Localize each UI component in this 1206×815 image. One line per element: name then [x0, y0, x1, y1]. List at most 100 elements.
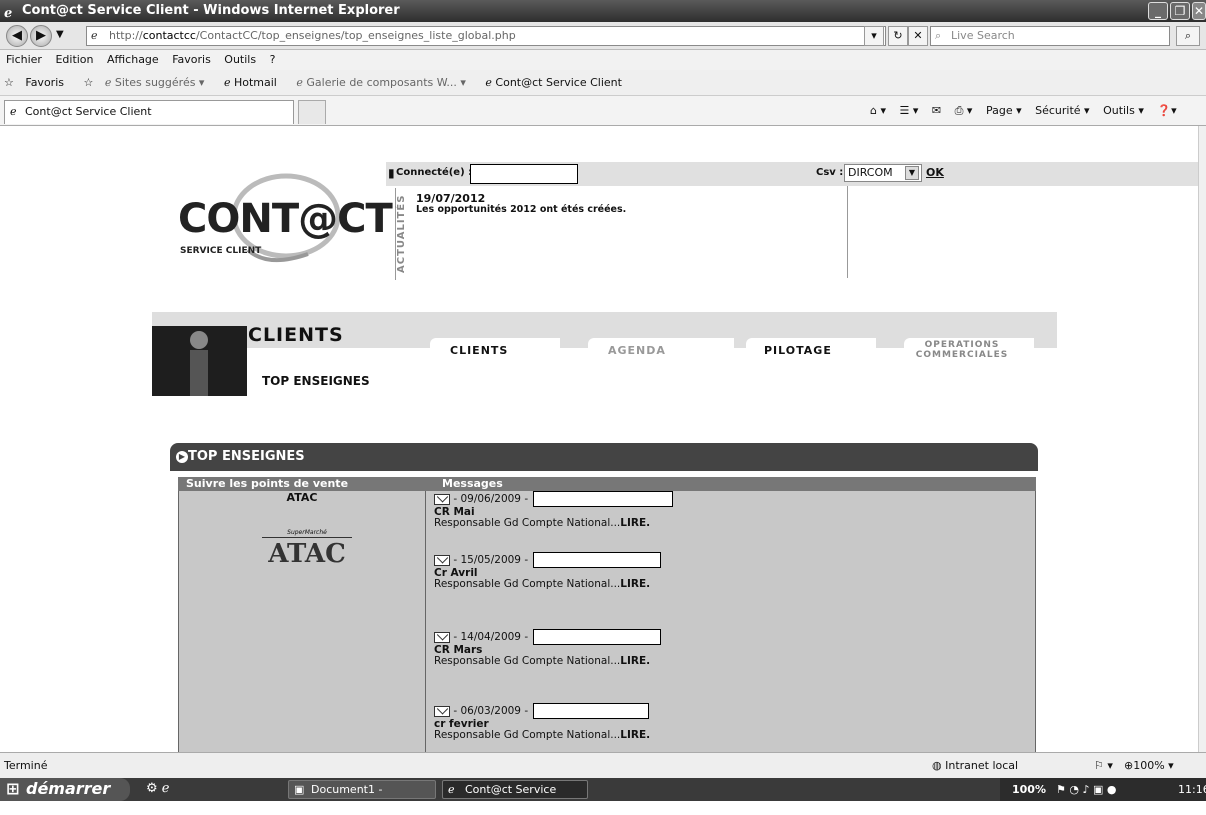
menu-help[interactable]: ? — [270, 53, 276, 66]
news-panel: 19/07/2012 Les opportunités 2012 ont été… — [386, 186, 848, 278]
atac-logo[interactable]: SuperMarché ATAC — [262, 529, 352, 579]
status-text: Terminé — [4, 759, 48, 772]
globe-icon: ◍ — [932, 759, 942, 772]
ie-icon: ℯ — [448, 783, 455, 796]
fav-link-gallery[interactable]: ℯ Galerie de composants W... ▾ — [296, 76, 474, 89]
menu-fichier[interactable]: Fichier — [6, 53, 42, 66]
word-icon: ▣ — [294, 783, 305, 796]
ok-link[interactable]: OK — [926, 166, 944, 179]
close-button[interactable]: ✕ — [1192, 2, 1206, 20]
menu-favoris[interactable]: Favoris — [172, 53, 211, 66]
protected-mode-icon[interactable]: ⚐ ▾ — [1094, 753, 1113, 779]
tab-contact[interactable]: ℯ Cont@ct Service Client — [4, 100, 294, 124]
address-bar[interactable]: ℯ http://contactcc/ContactCC/top_enseign… — [86, 26, 886, 46]
feeds-icon[interactable]: ☰ ▾ — [900, 104, 919, 117]
task-label: Document1 - Microsof... — [311, 783, 383, 813]
cmd-tools[interactable]: Outils ▾ — [1103, 104, 1144, 117]
message-item: - 06/03/2009 - cr fevrier Responsable Gd… — [434, 703, 834, 741]
section-subheading[interactable]: TOP ENSEIGNES — [262, 374, 370, 388]
envelope-icon[interactable] — [434, 554, 450, 566]
fav-link-hotmail[interactable]: ℯ Hotmail — [224, 76, 285, 89]
connected-label: Connecté(e) : — [396, 167, 473, 178]
star-icon: ☆ — [4, 76, 14, 89]
forward-button[interactable]: ▶ — [30, 25, 52, 47]
windows-taskbar: ⊞ démarrer ⚙ ℯ ▣ Document1 - Microsof... … — [0, 778, 1206, 813]
zoom-control[interactable]: ⊕100% ▾ — [1124, 753, 1174, 779]
tab-label: Cont@ct Service Client — [25, 105, 152, 118]
message-author-field — [533, 629, 662, 645]
vertical-scrollbar[interactable] — [1198, 126, 1206, 752]
read-link[interactable]: LIRE. — [620, 729, 650, 741]
search-input[interactable]: ⌕ Live Search — [930, 26, 1170, 46]
favorites-button[interactable]: ☆ Favoris — [4, 76, 72, 89]
message-date: - 15/05/2009 - — [450, 554, 532, 566]
new-tab-button[interactable] — [298, 100, 326, 124]
tab-clients-label: CLIENTS — [450, 344, 509, 357]
menu-bar: Fichier Edition Affichage Favoris Outils… — [0, 50, 1206, 70]
task-contact[interactable]: ℯ Cont@ct Service Clie... — [442, 780, 588, 813]
message-author-field — [533, 552, 662, 568]
message-author-field — [533, 491, 674, 507]
atac-logo-sup: SuperMarché — [262, 529, 352, 538]
panel-title-bar: ▶ TOP ENSEIGNES — [170, 443, 1038, 471]
panel-title: TOP ENSEIGNES — [188, 449, 305, 464]
menu-affichage[interactable]: Affichage — [107, 53, 159, 66]
mail-icon[interactable]: ✉ — [932, 104, 941, 117]
message-item: - 09/06/2009 - CR Mai Responsable Gd Com… — [434, 491, 834, 529]
connected-user-field — [470, 164, 578, 184]
tab-agenda[interactable]: AGENDA — [588, 338, 734, 364]
start-button[interactable]: ⊞ démarrer — [0, 778, 130, 801]
address-dropdown-button[interactable]: ▾ — [864, 26, 884, 46]
news-text: Les opportunités 2012 ont étés créées. — [416, 204, 627, 215]
minimize-button[interactable]: _ — [1148, 2, 1168, 20]
print-icon[interactable]: ⎙ ▾ — [955, 104, 973, 117]
refresh-button[interactable]: ↻ — [888, 26, 908, 46]
menu-edition[interactable]: Edition — [55, 53, 93, 66]
stop-button[interactable]: ✕ — [908, 26, 928, 46]
history-dropdown-icon[interactable]: ▼ — [56, 29, 64, 40]
read-link[interactable]: LIRE. — [620, 578, 650, 590]
col-header-messages: Messages — [442, 477, 503, 490]
cmd-page[interactable]: Page ▾ — [986, 104, 1022, 117]
zoom-value: 100% — [1133, 759, 1165, 772]
logo-text: CONT@CT — [178, 196, 393, 242]
help-icon[interactable]: ❓▾ — [1157, 104, 1176, 117]
url-host: contactcc — [142, 29, 196, 42]
fav-link-label: Galerie de composants W... ▾ — [306, 76, 466, 89]
fav-link-suggested[interactable]: ℯ Sites suggérés ▾ — [105, 76, 213, 89]
tray-icons[interactable]: ⚑ ◔ ♪ ▣ ● — [1056, 778, 1116, 801]
envelope-icon[interactable] — [434, 631, 450, 643]
tab-agenda-label: AGENDA — [608, 344, 666, 357]
tab-pilotage[interactable]: PILOTAGE — [746, 338, 876, 364]
add-favorite-icon[interactable]: ☆ — [83, 76, 93, 89]
csv-select[interactable]: DIRCOM ▼ — [844, 164, 922, 182]
search-button[interactable]: ⌕ — [1176, 26, 1200, 46]
quicklaunch-icon[interactable]: ⚙ ℯ — [146, 781, 169, 796]
fav-link-label: Sites suggérés ▾ — [114, 76, 205, 89]
message-date: - 09/06/2009 - — [450, 493, 532, 505]
envelope-icon[interactable] — [434, 493, 450, 505]
tab-clients[interactable]: CLIENTS — [430, 338, 560, 364]
envelope-icon[interactable] — [434, 705, 450, 717]
task-document1[interactable]: ▣ Document1 - Microsof... — [288, 780, 436, 813]
restore-button[interactable]: ❐ — [1170, 2, 1190, 20]
cmd-security[interactable]: Sécurité ▾ — [1035, 104, 1089, 117]
search-placeholder: Live Search — [951, 29, 1015, 42]
tab-operations[interactable]: OPERATIONS COMMERCIALES — [904, 338, 1034, 364]
tray-label: 100% — [1012, 783, 1046, 796]
message-text: Responsable Gd Compte National... — [434, 578, 621, 590]
favorites-bar: ☆ Favoris ☆ ℯ Sites suggérés ▾ ℯ Hotmail… — [0, 70, 1206, 96]
store-name[interactable]: ATAC — [178, 491, 426, 504]
page-icon: ℯ — [91, 29, 98, 42]
tab-bar: ℯ Cont@ct Service Client ⌂ ▾ ☰ ▾ ✉ ⎙ ▾ P… — [0, 96, 1206, 126]
home-icon[interactable]: ⌂ ▾ — [870, 104, 886, 117]
read-link[interactable]: LIRE. — [620, 655, 650, 667]
task-label: Cont@ct Service Clie... — [465, 783, 557, 813]
read-link[interactable]: LIRE. — [620, 517, 650, 529]
menu-outils[interactable]: Outils — [224, 53, 256, 66]
fav-link-contact[interactable]: ℯ Cont@ct Service Client — [485, 76, 630, 89]
csv-value: DIRCOM — [848, 166, 893, 179]
logo-subtext: SERVICE CLIENT — [180, 246, 262, 256]
person-image — [190, 331, 208, 396]
back-button[interactable]: ◀ — [6, 25, 28, 47]
